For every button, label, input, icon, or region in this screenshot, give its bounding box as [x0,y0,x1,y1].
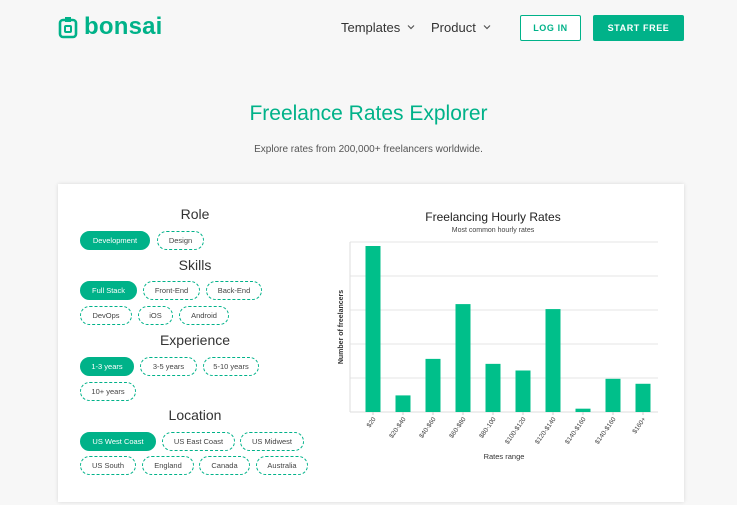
nav-product-label: Product [431,20,476,35]
filter-loc-us-west-coast[interactable]: US West Coast [80,432,156,451]
x-tick-label: $140-$160 [594,416,618,446]
x-tick-label: $160+ [631,416,647,435]
nav-templates-label: Templates [341,20,401,35]
filter-loc-us-midwest[interactable]: US Midwest [240,432,304,451]
x-tick-label: $60-$80 [448,416,468,440]
filter-exp-10-plus[interactable]: 10+ years [80,382,136,401]
chart-bar [455,304,471,412]
x-tick-label: $80-100 [478,416,498,440]
filters-panel: Role Development Design Skills Full Stac… [58,184,338,502]
filter-exp-3-5[interactable]: 3-5 years [140,357,197,376]
filter-loc-us-east-coast[interactable]: US East Coast [162,432,235,451]
filter-exp-5-10[interactable]: 5-10 years [203,357,259,376]
filter-exp-1-3[interactable]: 1-3 years [80,357,134,376]
filter-skill-front-end[interactable]: Front-End [143,281,200,300]
role-title: Role [180,206,210,222]
x-tick-label: $140-$160 [564,416,588,446]
login-button[interactable]: LOG IN [520,15,581,41]
skills-title: Skills [178,257,212,273]
chart-title: Freelancing Hourly Rates [425,210,561,224]
x-tick-label: $100-$120 [504,416,528,446]
brand-logo[interactable]: bonsai [58,15,163,39]
page-subtitle: Explore rates from 200,000+ freelancers … [254,144,483,155]
chart-bar [365,246,381,412]
bonsai-logo-icon [58,16,78,38]
filter-skill-full-stack[interactable]: Full Stack [80,281,137,300]
x-tick-label: $20-$40 [388,416,408,440]
rates-explorer-card: Role Development Design Skills Full Stac… [58,184,684,502]
chart-bar [425,358,441,412]
chart-bar [485,363,501,412]
x-tick-label: $20 [366,416,378,429]
hourly-rates-bar-chart: $20 $20-$40 $40-$60 $60-$80 $80-100 $100-$120… [338,241,658,461]
chevron-down-icon [407,24,415,29]
x-tick-label: $120-$140 [534,416,558,446]
chart-bar [635,383,651,412]
experience-title: Experience [159,332,231,348]
filter-loc-england[interactable]: England [142,456,194,475]
chart-bar [395,395,411,412]
nav-templates[interactable]: Templates [341,20,415,35]
chart-bar [575,408,591,412]
y-axis-label: Number of freelancers [338,290,345,364]
filter-skill-ios[interactable]: iOS [138,306,173,325]
filter-skill-back-end[interactable]: Back-End [206,281,262,300]
page-title: Freelance Rates Explorer [249,102,488,125]
x-tick-label: $40-$60 [418,416,438,440]
chart-subtitle: Most common hourly rates [451,227,535,234]
nav-product[interactable]: Product [431,20,491,35]
start-free-button[interactable]: START FREE [593,15,684,41]
filter-loc-australia[interactable]: Australia [256,456,308,475]
brand-name: bonsai [84,13,163,40]
chart-bar [545,309,561,412]
filter-skill-devops[interactable]: DevOps [80,306,132,325]
filter-role-design[interactable]: Design [157,231,204,250]
chart-bar [605,378,621,412]
filter-skill-android[interactable]: Android [179,306,229,325]
x-axis-label: Rates range [484,452,525,461]
top-navigation: bonsai Templates Product LOG IN START FR… [0,0,737,58]
filter-loc-us-south[interactable]: US South [80,456,136,475]
chevron-down-icon [483,24,491,29]
chart-bar [515,370,531,412]
location-title: Location [168,407,222,423]
filter-loc-canada[interactable]: Canada [199,456,250,475]
filter-role-development[interactable]: Development [80,231,150,250]
